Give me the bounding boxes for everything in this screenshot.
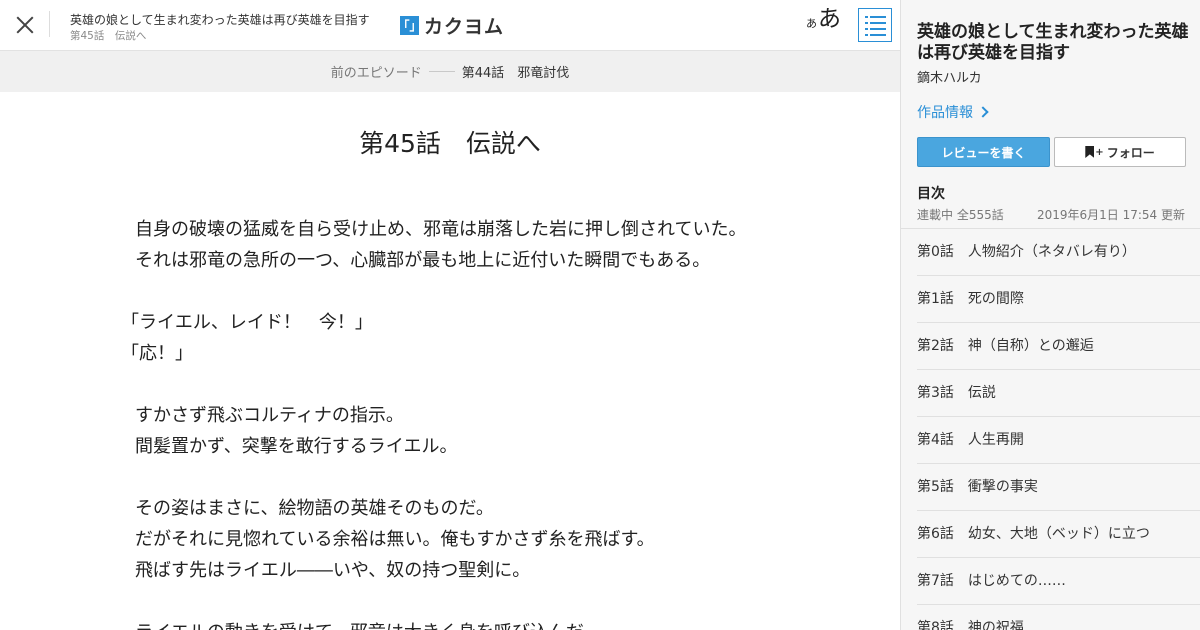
kakuyomu-logo[interactable]: 「」 カクヨム: [398, 13, 505, 38]
bookmark-icon: [1085, 146, 1095, 158]
body-line: だがそれに見惚れている余裕は無い。俺もすかさず糸を飛ばす。: [135, 529, 655, 550]
body-line: 間髪置かず、突撃を敢行するライエル。: [135, 436, 458, 457]
body-line: 自身の破壊の猛威を自ら受け止め、邪竜は崩落した岩に押し倒されていた。: [135, 219, 747, 240]
header-divider: [49, 11, 50, 37]
body-line: その姿はまさに、絵物語の英雄そのものだ。: [135, 498, 494, 519]
toc-item[interactable]: 第3話 伝説: [917, 370, 1200, 417]
body-line: それは邪竜の急所の一つ、心臓部が最も地上に近付いた瞬間でもある。: [135, 250, 711, 271]
toc-item[interactable]: 第7話 はじめての……: [917, 558, 1200, 605]
sidebar-author[interactable]: 鏑木ハルカ: [917, 67, 982, 86]
font-size-small-glyph: あ: [806, 17, 817, 30]
plus-icon: +: [1095, 146, 1104, 158]
toc-sidebar: 英雄の娘として生まれ変わった英雄は再び英雄を目指す 鏑木ハルカ 作品情報 レビュ…: [900, 0, 1200, 630]
toc-item[interactable]: 第8話 神の祝福: [917, 605, 1200, 630]
body-line: すかさず飛ぶコルティナの指示。: [135, 405, 404, 426]
toc-item[interactable]: 第4話 人生再開: [917, 417, 1200, 464]
toc-item[interactable]: 第5話 衝撃の事実: [917, 464, 1200, 511]
logo-mark: 「」: [398, 15, 422, 35]
reader-header: 英雄の娘として生まれ変わった英雄は再び英雄を目指す 第45話 伝説へ 「」 カク…: [0, 0, 900, 51]
toc-item[interactable]: 第0話 人物紹介（ネタバレ有り）: [917, 229, 1200, 276]
prev-episode-bar[interactable]: 前のエピソード 第44話 邪竜討伐: [0, 51, 900, 92]
toc-item[interactable]: 第6話 幼女、大地（ベッド）に立つ: [917, 511, 1200, 558]
font-size-large-glyph: あ: [818, 6, 841, 32]
toc-item[interactable]: 第2話 神（自称）との邂逅: [917, 323, 1200, 370]
work-info-label: 作品情報: [917, 105, 973, 121]
toc-status: 連載中 全555話: [917, 208, 1004, 222]
body-line: 飛ばす先はライエル――いや、奴の持つ聖剣に。: [135, 560, 531, 581]
episode-title: 第45話 伝説へ: [359, 129, 541, 158]
header-work-title[interactable]: 英雄の娘として生まれ変わった英雄は再び英雄を目指す: [70, 11, 370, 28]
body-line: 「ライエル、レイド！ 今！」: [121, 312, 373, 333]
toc-toggle-button[interactable]: [858, 8, 892, 42]
logo-text: カクヨム: [424, 15, 505, 38]
prev-episode-link[interactable]: 第44話 邪竜討伐: [462, 62, 570, 81]
prev-episode-label: 前のエピソード: [330, 66, 422, 81]
toc-list: 第0話 人物紹介（ネタバレ有り） 第1話 死の間際 第2話 神（自称）との邂逅 第3話…: [901, 228, 1200, 630]
body-line: ライエルの動きを受けて、邪竜は大きく身を呼び込んだ: [121, 617, 861, 630]
toc-heading: 目次: [917, 186, 945, 202]
toc-item[interactable]: 第1話 死の間際: [917, 276, 1200, 323]
episode-body: 自身の破壊の猛威を自ら受け止め、邪竜は崩落した岩に押し倒されていた。 それは邪竜の…: [121, 214, 861, 630]
body-line: 「応！」: [121, 343, 193, 364]
follow-label: フォロー: [1106, 145, 1155, 160]
follow-button[interactable]: + フォロー: [1054, 137, 1186, 167]
font-size-button[interactable]: あ あ: [806, 8, 841, 31]
header-episode-title: 第45話 伝説へ: [70, 30, 147, 42]
close-icon[interactable]: [13, 13, 37, 37]
toc-updated: 2019年6月1日 17:54 更新: [1036, 208, 1185, 222]
work-info-link[interactable]: 作品情報: [917, 102, 989, 122]
sidebar-work-title[interactable]: 英雄の娘として生まれ変わった英雄は再び英雄を目指す: [917, 22, 1192, 64]
write-review-button[interactable]: レビューを書く: [917, 137, 1050, 167]
prev-episode-rule: [428, 71, 455, 72]
chevron-right-icon: [977, 106, 989, 118]
